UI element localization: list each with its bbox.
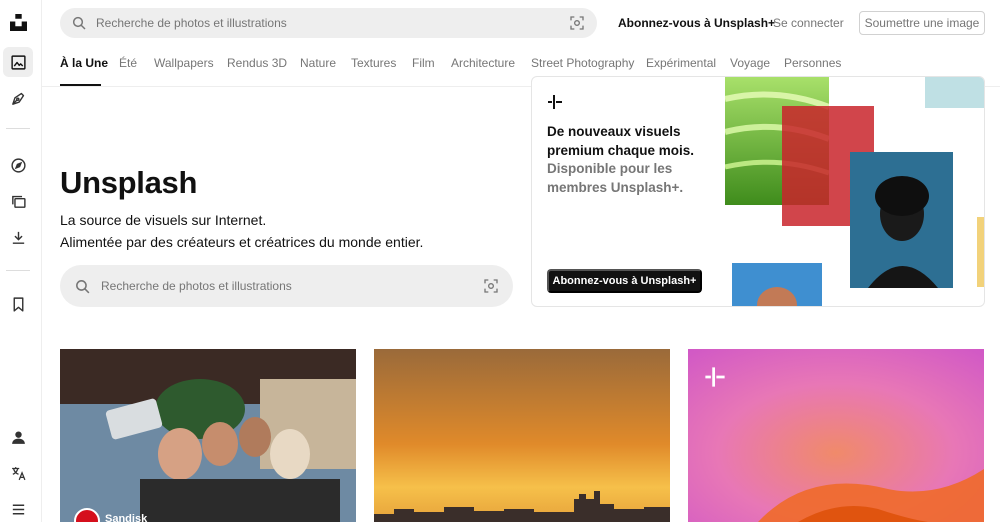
menu-icon[interactable] bbox=[3, 494, 33, 522]
user-icon[interactable] bbox=[3, 422, 33, 452]
tab-architecture[interactable]: Architecture bbox=[451, 56, 515, 70]
header-search-bar[interactable] bbox=[60, 8, 597, 38]
promo-image-portrait bbox=[850, 152, 953, 288]
search-icon bbox=[71, 15, 87, 31]
photo-abstract-3d bbox=[688, 349, 984, 522]
photo-group-selfie bbox=[60, 349, 356, 522]
tab-street-photography[interactable]: Street Photography bbox=[531, 56, 634, 70]
sidebar bbox=[0, 0, 42, 522]
unsplash-logo-icon[interactable] bbox=[3, 7, 33, 37]
tab-travel[interactable]: Voyage bbox=[730, 56, 770, 70]
photo-card[interactable] bbox=[688, 349, 984, 522]
download-icon[interactable] bbox=[3, 222, 33, 252]
promo-image-blue bbox=[732, 263, 822, 306]
unsplash-plus-icon bbox=[547, 94, 563, 110]
photo-city-sunset bbox=[374, 349, 670, 522]
tab-summer[interactable]: Été bbox=[119, 56, 137, 70]
unsplash-plus-icon bbox=[704, 366, 726, 388]
language-icon[interactable] bbox=[3, 458, 33, 488]
collection-icon[interactable] bbox=[3, 186, 33, 216]
header-search-input[interactable] bbox=[96, 16, 536, 30]
pen-icon[interactable] bbox=[3, 83, 33, 113]
login-link[interactable]: Se connecter bbox=[773, 16, 844, 30]
visual-search-icon[interactable] bbox=[483, 278, 499, 294]
hero-search-input[interactable] bbox=[101, 279, 461, 293]
tab-3d-renders[interactable]: Rendus 3D bbox=[227, 56, 287, 70]
tab-people[interactable]: Personnes bbox=[784, 56, 841, 70]
subscribe-link[interactable]: Abonnez-vous à Unsplash+ bbox=[618, 16, 775, 30]
tab-nature[interactable]: Nature bbox=[300, 56, 336, 70]
photo-card[interactable]: Sandisk bbox=[60, 349, 356, 522]
promo-subscribe-button[interactable]: Abonnez-vous à Unsplash+ bbox=[547, 269, 702, 293]
hero-tagline: La source de visuels sur Internet. bbox=[60, 212, 267, 228]
promo-subline: Disponible pour les membres Unsplash+. bbox=[547, 161, 684, 195]
top-bar: Abonnez-vous à Unsplash+ Se connecter So… bbox=[42, 0, 1000, 45]
promo-headline: De nouveaux visuels premium chaque mois. bbox=[547, 124, 695, 158]
sponsor-name[interactable]: Sandisk bbox=[105, 513, 147, 522]
tab-experimental[interactable]: Expérimental bbox=[646, 56, 716, 70]
visual-search-icon[interactable] bbox=[569, 15, 585, 31]
unsplash-plus-promo[interactable]: De nouveaux visuels premium chaque mois.… bbox=[531, 76, 985, 307]
tab-featured[interactable]: À la Une bbox=[60, 56, 108, 70]
tab-wallpapers[interactable]: Wallpapers bbox=[154, 56, 214, 70]
photo-card[interactable] bbox=[374, 349, 670, 522]
compass-icon[interactable] bbox=[3, 150, 33, 180]
hero-search-bar[interactable] bbox=[60, 265, 513, 307]
image-icon[interactable] bbox=[3, 47, 33, 77]
search-icon bbox=[74, 278, 91, 295]
submit-image-button[interactable]: Soumettre une image bbox=[859, 11, 985, 35]
promo-image-yellow bbox=[977, 217, 984, 287]
hero-title: Unsplash bbox=[60, 165, 198, 200]
bookmark-icon[interactable] bbox=[3, 289, 33, 319]
tab-textures[interactable]: Textures bbox=[351, 56, 396, 70]
tab-film[interactable]: Film bbox=[412, 56, 435, 70]
promo-image-sky bbox=[925, 77, 984, 108]
hero-subtagline: Alimentée par des créateurs et créatrice… bbox=[60, 234, 424, 250]
